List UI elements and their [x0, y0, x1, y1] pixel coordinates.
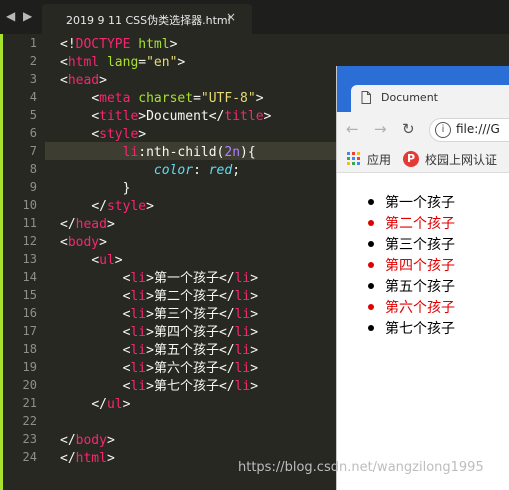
code-line: <meta charset="UTF-8">: [91, 91, 264, 106]
code-line: <li>第一个孩子</li>: [122, 271, 259, 286]
list-item: 第五个孩子: [368, 276, 455, 296]
bullet-icon: [368, 325, 374, 331]
line-number: 17: [22, 324, 37, 338]
code-line: }: [122, 181, 131, 196]
line-number: 7: [29, 144, 37, 158]
bullet-icon: [368, 241, 374, 247]
code-line: <title>Document</title>: [91, 109, 272, 124]
list-item: 第四个孩子: [368, 255, 455, 275]
code-line: <ul>: [91, 253, 123, 268]
line-number: 15: [22, 288, 37, 302]
code-line: </html>: [60, 451, 115, 466]
url-text: file:///G: [456, 122, 500, 136]
line-number: 2: [29, 54, 37, 68]
bullet-icon: [368, 199, 374, 205]
line-number: 20: [22, 378, 37, 392]
line-number-gutter: 1 2 3 4 5 6 7 8 9 10 11 12 13 14 15 16 1…: [3, 34, 45, 490]
code-line: <li>第六个孩子</li>: [122, 361, 259, 376]
list-item: 第三个孩子: [368, 234, 455, 254]
forward-icon[interactable]: →: [374, 120, 387, 138]
line-number: 10: [22, 198, 37, 212]
code-line: </ul>: [91, 397, 131, 412]
list-item: 第二个孩子: [368, 213, 455, 233]
address-bar[interactable]: i file:///G: [429, 118, 509, 142]
tab-close-icon[interactable]: ×: [226, 10, 236, 24]
code-line: <li>第四个孩子</li>: [122, 325, 259, 340]
browser-window: Document ← → ↻ i file:///G 应用 P 校园上网认证 第…: [336, 66, 509, 490]
line-number: 6: [29, 126, 37, 140]
code-line: <li>第三个孩子</li>: [122, 307, 259, 322]
code-line: </body>: [60, 433, 115, 448]
watermark: https://blog.csdn.net/wangzilong1995: [238, 460, 484, 475]
campus-p-icon: P: [403, 151, 419, 167]
editor-tab-bar: ◀ ▶ 2019 9 11 CSS伪类选择器.html ×: [0, 0, 509, 34]
code-line: color: red;: [153, 163, 241, 178]
code-line: </head>: [60, 217, 115, 232]
code-line: </style>: [91, 199, 154, 214]
list-item: 第七个孩子: [368, 318, 455, 338]
list-item: 第六个孩子: [368, 297, 455, 317]
line-number: 22: [22, 414, 37, 428]
line-number: 24: [22, 450, 37, 464]
line-number: 23: [22, 432, 37, 446]
line-number: 3: [29, 72, 37, 86]
bookmark-apps[interactable]: 应用: [367, 151, 391, 168]
line-number: 13: [22, 252, 37, 266]
browser-titlebar: Document: [337, 66, 509, 112]
line-number: 16: [22, 306, 37, 320]
line-number: 12: [22, 234, 37, 248]
bullet-icon: [368, 220, 374, 226]
code-line: <style>: [91, 127, 147, 142]
code-line: <li>第二个孩子</li>: [122, 289, 259, 304]
list-item: 第一个孩子: [368, 192, 455, 212]
code-line: <li>第五个孩子</li>: [122, 343, 259, 358]
code-line: <!DOCTYPE html>: [60, 37, 178, 52]
bullet-icon: [368, 262, 374, 268]
bookmarks-bar: 应用 P 校园上网认证: [337, 146, 509, 173]
info-icon[interactable]: i: [435, 122, 451, 138]
code-line: <body>: [60, 235, 107, 250]
line-number: 11: [22, 216, 37, 230]
back-icon[interactable]: ←: [346, 120, 359, 138]
tab-nav-arrows-icon[interactable]: ◀ ▶: [6, 9, 34, 23]
line-number: 8: [29, 162, 37, 176]
code-line: <html lang="en">: [60, 55, 186, 70]
browser-tab-title: Document: [381, 91, 438, 104]
code-line: <li>第七个孩子</li>: [122, 379, 259, 394]
line-number: 5: [29, 108, 37, 122]
bullet-icon: [368, 304, 374, 310]
browser-toolbar: ← → ↻ i file:///G: [337, 112, 509, 146]
bookmark-campus-auth[interactable]: 校园上网认证: [425, 151, 497, 168]
bullet-icon: [368, 283, 374, 289]
apps-grid-icon[interactable]: [347, 152, 361, 166]
editor-tab[interactable]: 2019 9 11 CSS伪类选择器.html ×: [42, 4, 252, 34]
line-number: 18: [22, 342, 37, 356]
line-number: 1: [29, 36, 37, 50]
line-number: 14: [22, 270, 37, 284]
line-number: 9: [29, 180, 37, 194]
line-number: 4: [29, 90, 37, 104]
line-number: 19: [22, 360, 37, 374]
document-icon: [361, 91, 371, 104]
code-line: li:nth-child(2n){: [122, 145, 256, 160]
browser-tab[interactable]: Document: [351, 85, 509, 112]
line-number: 21: [22, 396, 37, 410]
editor-tab-title: 2019 9 11 CSS伪类选择器.html: [66, 14, 231, 27]
reload-icon[interactable]: ↻: [402, 120, 415, 138]
code-line: <head>: [60, 73, 107, 88]
